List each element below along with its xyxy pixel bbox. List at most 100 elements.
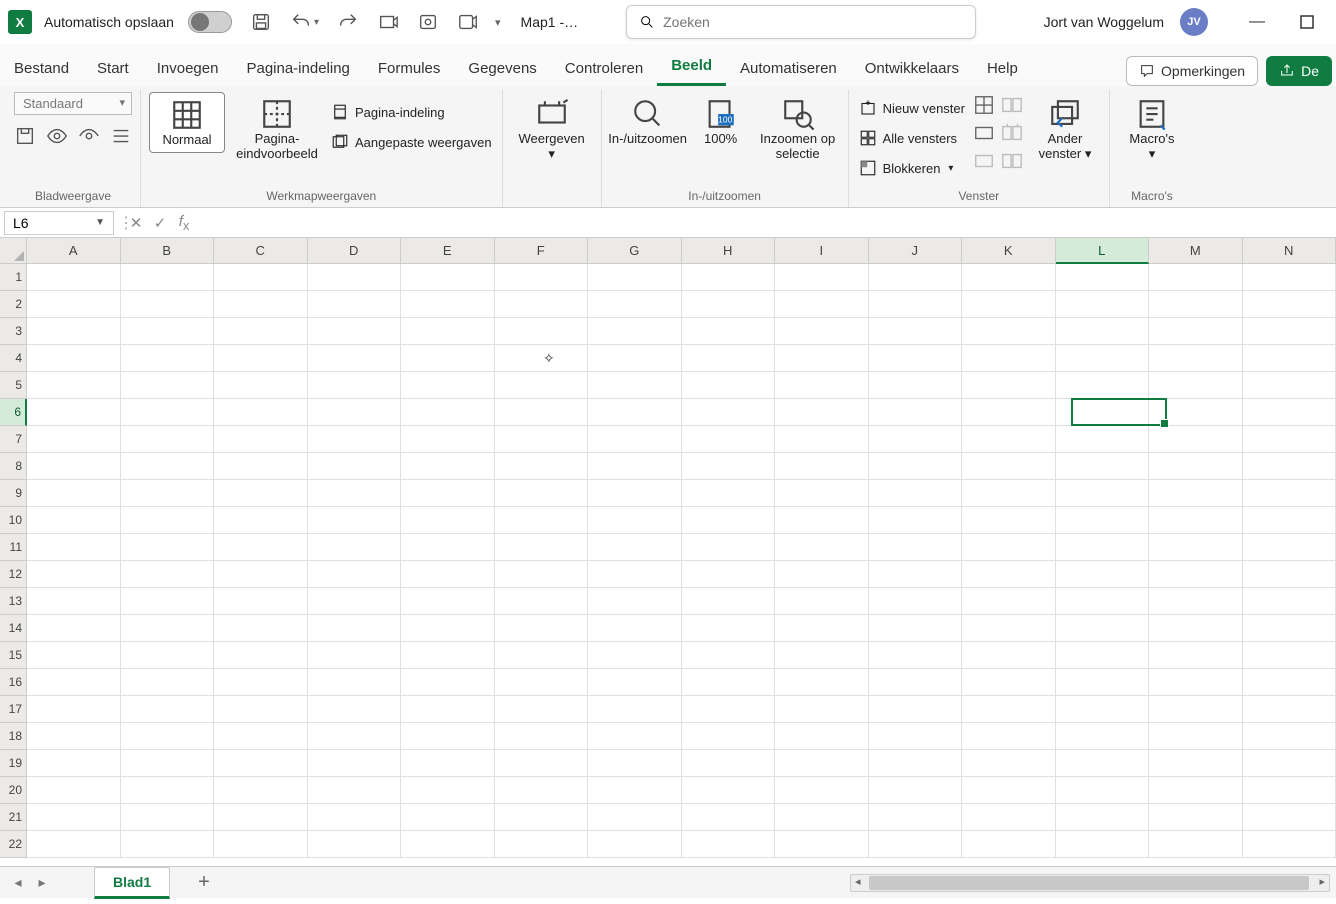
tab-formules[interactable]: Formules	[364, 52, 455, 86]
cell[interactable]	[962, 642, 1056, 669]
cell[interactable]	[27, 750, 121, 777]
cell[interactable]	[869, 750, 963, 777]
qat-icon-1[interactable]	[377, 11, 399, 33]
formula-input[interactable]	[196, 208, 1336, 237]
cell[interactable]	[962, 345, 1056, 372]
cell[interactable]	[27, 480, 121, 507]
cell[interactable]	[214, 777, 308, 804]
cell[interactable]	[1056, 507, 1150, 534]
column-header[interactable]: C	[214, 238, 308, 264]
row-header[interactable]: 7	[0, 426, 27, 453]
cell[interactable]	[308, 480, 402, 507]
cell[interactable]	[869, 399, 963, 426]
cell[interactable]	[962, 291, 1056, 318]
row-headers[interactable]: 12345678910111213141516171819202122	[0, 264, 27, 866]
cell[interactable]	[1056, 696, 1150, 723]
cell[interactable]	[495, 561, 589, 588]
cell[interactable]	[308, 615, 402, 642]
cell[interactable]	[588, 264, 682, 291]
cell[interactable]	[588, 777, 682, 804]
row-header[interactable]: 14	[0, 615, 27, 642]
cell[interactable]	[495, 750, 589, 777]
cell[interactable]	[495, 345, 589, 372]
cell[interactable]	[1149, 291, 1243, 318]
name-box[interactable]: L6▼	[4, 211, 114, 235]
cell[interactable]	[775, 399, 869, 426]
cell[interactable]	[27, 264, 121, 291]
cell[interactable]	[1056, 831, 1150, 858]
sheet-nav-prev-icon[interactable]: ◂	[6, 874, 30, 891]
qat-customize-icon[interactable]: ▾	[495, 16, 501, 29]
cell[interactable]	[495, 318, 589, 345]
column-header[interactable]: D	[308, 238, 402, 264]
cell[interactable]	[121, 318, 215, 345]
cell[interactable]	[588, 723, 682, 750]
cell[interactable]	[869, 264, 963, 291]
cell[interactable]	[401, 453, 495, 480]
cell[interactable]	[308, 318, 402, 345]
cell[interactable]	[308, 777, 402, 804]
cell[interactable]	[27, 561, 121, 588]
cell[interactable]	[1243, 399, 1336, 426]
row-header[interactable]: 12	[0, 561, 27, 588]
cell[interactable]	[495, 507, 589, 534]
cell[interactable]	[588, 372, 682, 399]
cell[interactable]	[588, 642, 682, 669]
cell[interactable]	[214, 426, 308, 453]
cells-area[interactable]	[27, 264, 1336, 866]
cell[interactable]	[962, 399, 1056, 426]
cell[interactable]	[588, 831, 682, 858]
cell[interactable]	[1149, 642, 1243, 669]
cell[interactable]	[869, 426, 963, 453]
cell[interactable]	[588, 588, 682, 615]
switch-window-button[interactable]: Ander venster ▾	[1029, 92, 1101, 166]
row-header[interactable]: 20	[0, 777, 27, 804]
cell[interactable]	[401, 372, 495, 399]
cell[interactable]	[27, 723, 121, 750]
cell[interactable]	[775, 723, 869, 750]
tab-pagina-indeling[interactable]: Pagina-indeling	[232, 52, 363, 86]
cell[interactable]	[1056, 534, 1150, 561]
sync-scroll-icon[interactable]	[1001, 122, 1023, 144]
freeze-panes-button[interactable]: Blokkeren▾	[857, 154, 967, 182]
cell[interactable]	[682, 534, 776, 561]
cell[interactable]	[1243, 426, 1336, 453]
page-layout-button[interactable]: Pagina-indeling	[329, 98, 494, 126]
search-box[interactable]	[626, 5, 976, 39]
tab-ontwikkelaars[interactable]: Ontwikkelaars	[851, 52, 973, 86]
cell[interactable]	[588, 345, 682, 372]
cell[interactable]	[588, 750, 682, 777]
cell[interactable]	[401, 804, 495, 831]
sheet-view-dropdown[interactable]: Standaard	[14, 92, 132, 115]
cell[interactable]	[1056, 345, 1150, 372]
row-header[interactable]: 17	[0, 696, 27, 723]
cell[interactable]	[775, 669, 869, 696]
cell[interactable]	[775, 345, 869, 372]
cell[interactable]	[214, 804, 308, 831]
row-header[interactable]: 13	[0, 588, 27, 615]
cell[interactable]	[869, 534, 963, 561]
cell[interactable]	[682, 480, 776, 507]
cell[interactable]	[1243, 372, 1336, 399]
hide-icon[interactable]	[973, 122, 995, 144]
row-header[interactable]: 9	[0, 480, 27, 507]
cell[interactable]	[308, 669, 402, 696]
row-header[interactable]: 18	[0, 723, 27, 750]
cell[interactable]	[1149, 534, 1243, 561]
cell[interactable]	[962, 750, 1056, 777]
column-header[interactable]: H	[682, 238, 776, 264]
cell[interactable]	[682, 804, 776, 831]
cell[interactable]	[1056, 426, 1150, 453]
cell[interactable]	[1149, 615, 1243, 642]
cell[interactable]	[121, 291, 215, 318]
cell[interactable]	[308, 642, 402, 669]
cell[interactable]	[1243, 534, 1336, 561]
cell[interactable]	[27, 777, 121, 804]
show-button[interactable]: Weergeven▾	[511, 92, 593, 166]
cell[interactable]	[682, 264, 776, 291]
cell[interactable]	[962, 561, 1056, 588]
cell[interactable]	[308, 696, 402, 723]
cell[interactable]	[588, 669, 682, 696]
cell[interactable]	[121, 750, 215, 777]
tab-invoegen[interactable]: Invoegen	[143, 52, 233, 86]
